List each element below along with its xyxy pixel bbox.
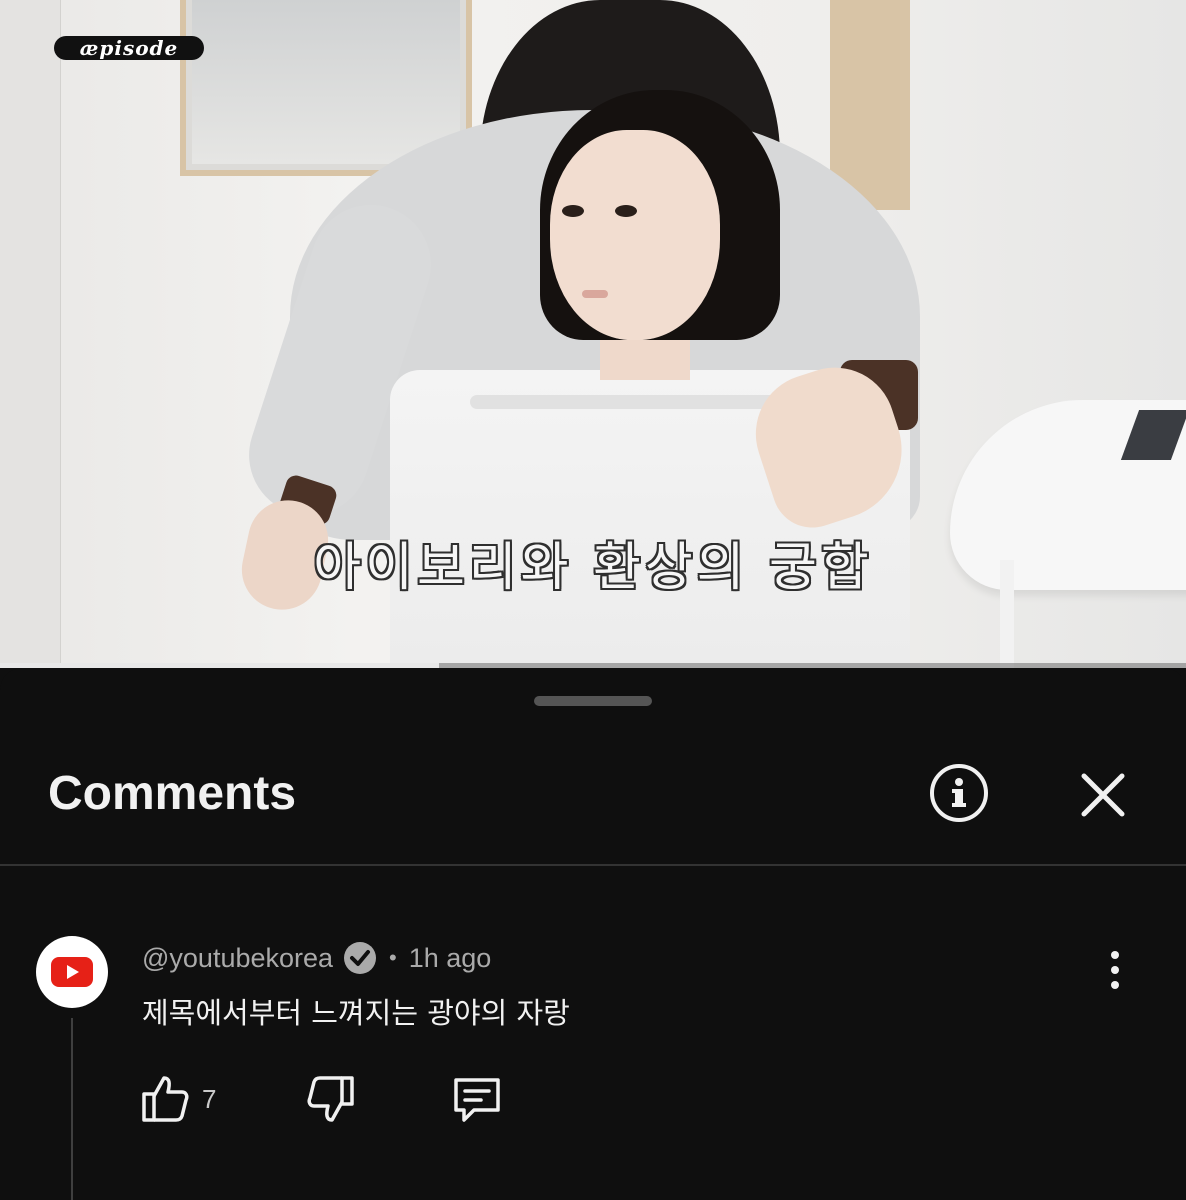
separator: •	[389, 945, 397, 970]
comment-time: 1h ago	[408, 942, 492, 973]
comment-text: 제목에서부터 느껴지는 광야의 자랑	[142, 996, 570, 1030]
divider	[0, 864, 1186, 866]
reply-comment-icon[interactable]	[450, 1074, 504, 1126]
cape-fold	[470, 395, 810, 409]
channel-logo: æpisode	[54, 36, 204, 60]
video-player[interactable]: æpisode 아이보리와 환상의 궁합	[0, 0, 1186, 668]
comments-title: Comments	[48, 767, 297, 820]
thread-line	[71, 1018, 73, 1200]
mouth	[582, 290, 608, 298]
comment-author[interactable]: @youtubekorea	[142, 943, 333, 974]
eye	[615, 205, 637, 217]
eye	[562, 205, 584, 217]
thumbs-down-icon[interactable]	[304, 1074, 356, 1126]
verified-check-icon	[343, 941, 377, 975]
close-icon[interactable]	[1076, 768, 1130, 822]
avatar[interactable]	[36, 936, 108, 1008]
youtube-logo-icon	[51, 957, 93, 987]
like-count: 7	[202, 1084, 217, 1114]
comments-sheet: Comments @youtubekorea • 1h ago 제목에서부터 느…	[0, 668, 1186, 1200]
girl-face	[550, 130, 720, 340]
more-vertical-icon[interactable]	[1098, 950, 1132, 990]
drag-handle[interactable]	[534, 696, 652, 706]
thumbs-up-icon[interactable]	[140, 1072, 192, 1124]
info-icon[interactable]	[930, 764, 988, 822]
comment-meta: @youtubekorea • 1h ago	[142, 940, 491, 976]
video-subtitle: 아이보리와 환상의 궁합	[313, 538, 873, 598]
